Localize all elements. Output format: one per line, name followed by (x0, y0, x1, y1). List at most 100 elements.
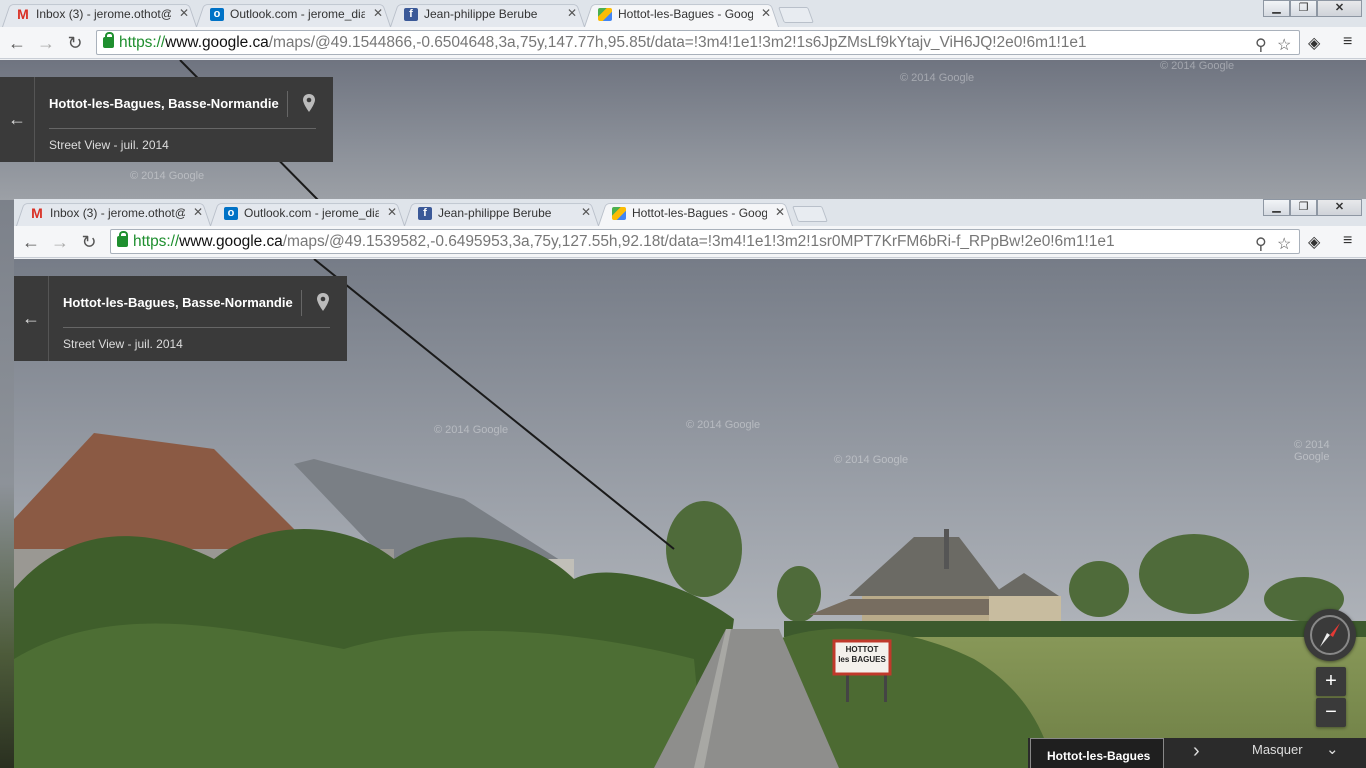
tab-outlook[interactable]: o Outlook.com - jerome_dia ✕ (210, 201, 405, 226)
url-text: https://www.google.ca/maps/@49.1539582,-… (133, 233, 1115, 250)
extension-icon[interactable]: ◈ (1308, 33, 1320, 53)
bottom-bar: Hottot-les-Bagues › Masquer ⌄ (1028, 738, 1366, 768)
extension-icon[interactable]: ◈ (1308, 232, 1320, 252)
browser-toolbar: ← → ↻ https://www.google.ca/maps/@49.153… (14, 226, 1366, 258)
minimize-icon[interactable]: ▁ (1263, 199, 1290, 216)
close-tab-icon[interactable]: ✕ (567, 6, 577, 20)
watermark: © 2014 Google (1294, 439, 1330, 463)
watermark: © 2014 Google (434, 424, 509, 436)
compass-icon[interactable] (1304, 609, 1356, 661)
divider (49, 128, 316, 129)
back-arrow-icon[interactable]: ← (5, 32, 29, 54)
front-info-card: ← Hottot-les-Bagues, Basse-Normandie Str… (14, 276, 347, 361)
front-browser-window: M Inbox (3) - jerome.othot@ ✕ o Outlook.… (14, 199, 1366, 259)
hide-label[interactable]: Masquer (1252, 742, 1303, 757)
place-name: Hottot-les-Bagues, Basse-Normandie (49, 96, 279, 111)
divider (287, 91, 288, 117)
tab-title: Hottot-les-Bagues - Goog (632, 206, 767, 220)
tab-title: Inbox (3) - jerome.othot@ (50, 206, 185, 220)
capture-date: Street View - juil. 2014 (49, 138, 169, 152)
outlook-icon: o (224, 207, 238, 220)
tab-title: Outlook.com - jerome_dia (244, 206, 379, 220)
facebook-icon: f (404, 8, 418, 21)
location-pin-icon[interactable] (302, 94, 316, 112)
zoom-out-button[interactable]: − (1316, 698, 1346, 727)
close-tab-icon[interactable]: ✕ (373, 6, 383, 20)
watermark: © 2014 Google (1160, 60, 1235, 72)
close-window-icon[interactable]: ✕ (1317, 0, 1362, 17)
tab-maps[interactable]: Hottot-les-Bagues - Goog ✕ (584, 2, 779, 28)
road-sign-line2: les BAGUES (838, 655, 886, 664)
facebook-icon: f (418, 207, 432, 220)
tab-gmail[interactable]: M Inbox (3) - jerome.othot@ ✕ (2, 2, 197, 28)
tab-outlook[interactable]: o Outlook.com - jerome_dia ✕ (196, 2, 391, 28)
lock-icon (103, 32, 114, 48)
minimize-icon[interactable]: ▁ (1263, 0, 1290, 17)
tab-title: Inbox (3) - jerome.othot@ (36, 7, 171, 21)
menu-icon[interactable]: ≡ (1343, 232, 1352, 250)
watermark: © 2014 Google (686, 419, 761, 431)
close-tab-icon[interactable]: ✕ (775, 205, 785, 219)
back-arrow-icon[interactable]: ← (19, 231, 43, 253)
watermark: © 2014 Google (900, 72, 975, 84)
location-pin-icon[interactable] (316, 293, 330, 311)
back-info-card: ← Hottot-les-Bagues, Basse-Normandie Str… (0, 77, 333, 162)
new-tab-button[interactable] (792, 206, 828, 222)
tab-facebook[interactable]: f Jean-philippe Berube ✕ (404, 201, 599, 226)
new-tab-button[interactable] (778, 7, 814, 23)
divider (301, 290, 302, 316)
forward-arrow-icon[interactable]: → (34, 32, 58, 54)
maps-icon (612, 207, 626, 220)
divider (63, 327, 330, 328)
close-window-icon[interactable]: ✕ (1317, 199, 1362, 216)
restore-icon[interactable]: ❐ (1290, 199, 1317, 216)
back-browser-window: M Inbox (3) - jerome.othot@ ✕ o Outlook.… (0, 0, 1366, 60)
url-text: https://www.google.ca/maps/@49.1544866,-… (119, 34, 1087, 51)
zoom-icon[interactable]: ⚲ (1255, 35, 1267, 55)
tab-title: Outlook.com - jerome_dia (230, 7, 365, 21)
restore-icon[interactable]: ❐ (1290, 0, 1317, 17)
back-arrow-icon[interactable]: ← (0, 77, 35, 162)
lock-icon (117, 231, 128, 247)
tab-gmail[interactable]: M Inbox (3) - jerome.othot@ ✕ (16, 201, 211, 226)
star-icon[interactable]: ☆ (1277, 35, 1291, 55)
watermark: © 2014 Google (834, 454, 909, 466)
forward-arrow-icon[interactable]: → (48, 231, 72, 253)
watermark: © 2014 Google (130, 170, 205, 182)
outlook-icon: o (210, 8, 224, 21)
tab-strip: M Inbox (3) - jerome.othot@ ✕ o Outlook.… (0, 0, 1366, 28)
chevron-double-down-icon[interactable]: ⌄ (1326, 740, 1339, 758)
road-sign: HOTTOT les BAGUES (836, 645, 888, 665)
back-arrow-icon[interactable]: ← (14, 276, 49, 361)
tab-facebook[interactable]: f Jean-philippe Berube ✕ (390, 2, 585, 28)
capture-date: Street View - juil. 2014 (63, 337, 183, 351)
compass-needle (1310, 615, 1350, 655)
tab-title: Jean-philippe Berube (424, 7, 538, 21)
place-name: Hottot-les-Bagues, Basse-Normandie (63, 295, 293, 310)
close-tab-icon[interactable]: ✕ (387, 205, 397, 219)
tab-title: Hottot-les-Bagues - Goog (618, 7, 753, 21)
window-controls: ▁ ❐ ✕ (1263, 0, 1362, 17)
reload-icon[interactable]: ↻ (77, 231, 101, 253)
place-thumbnail-label[interactable]: Hottot-les-Bagues (1030, 738, 1164, 768)
star-icon[interactable]: ☆ (1277, 234, 1291, 254)
menu-icon[interactable]: ≡ (1343, 33, 1352, 51)
chevron-right-icon[interactable]: › (1193, 740, 1200, 763)
road-sign-line1: HOTTOT (845, 645, 879, 654)
address-bar[interactable]: https://www.google.ca/maps/@49.1539582,-… (110, 229, 1300, 254)
close-tab-icon[interactable]: ✕ (193, 205, 203, 219)
zoom-in-button[interactable]: + (1316, 667, 1346, 696)
close-tab-icon[interactable]: ✕ (581, 205, 591, 219)
tab-strip: M Inbox (3) - jerome.othot@ ✕ o Outlook.… (14, 199, 1366, 226)
window-controls: ▁ ❐ ✕ (1263, 199, 1362, 216)
tab-maps[interactable]: Hottot-les-Bagues - Goog ✕ (598, 201, 793, 226)
reload-icon[interactable]: ↻ (63, 32, 87, 54)
gmail-icon: M (17, 6, 29, 22)
tab-title: Jean-philippe Berube (438, 206, 552, 220)
close-tab-icon[interactable]: ✕ (761, 6, 771, 20)
back-panorama-sliver (0, 200, 14, 768)
close-tab-icon[interactable]: ✕ (179, 6, 189, 20)
browser-toolbar: ← → ↻ https://www.google.ca/maps/@49.154… (0, 27, 1366, 59)
address-bar[interactable]: https://www.google.ca/maps/@49.1544866,-… (96, 30, 1300, 55)
zoom-icon[interactable]: ⚲ (1255, 234, 1267, 254)
